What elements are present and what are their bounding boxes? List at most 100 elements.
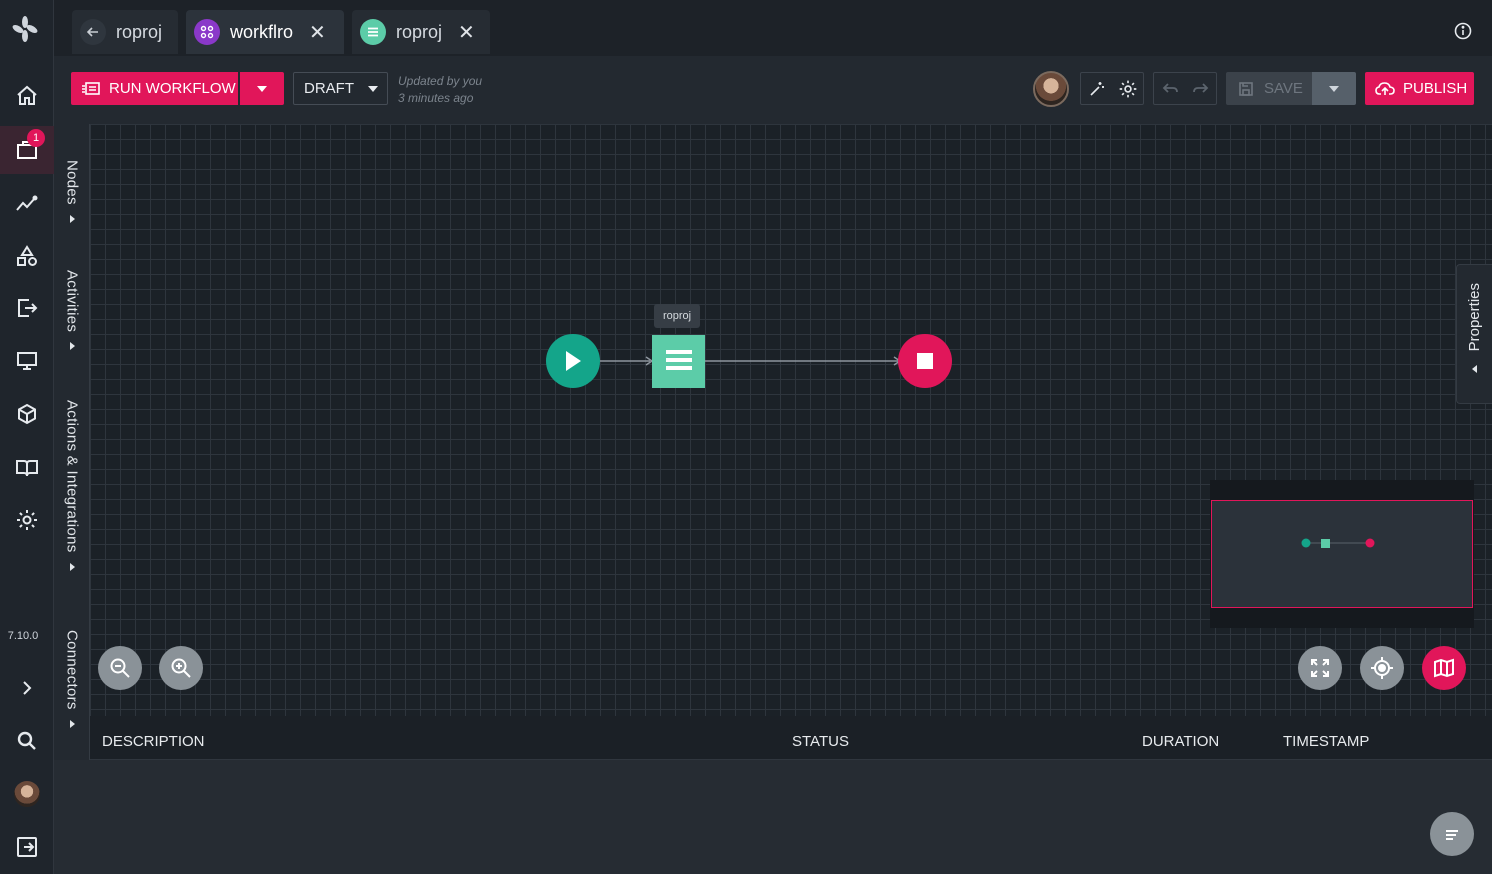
minimap-viewport[interactable] <box>1211 500 1473 608</box>
node-palette: Nodes Activities Actions & Integrations … <box>54 124 90 760</box>
updated-info: Updated by you 3 minutes ago <box>398 73 482 107</box>
workflow-icon <box>194 19 220 45</box>
palette-tab-label: Activities <box>63 270 81 333</box>
start-node[interactable] <box>546 334 600 388</box>
expand-icon <box>1311 659 1329 677</box>
center-view-button[interactable] <box>1360 646 1404 690</box>
log-table-header: DESCRIPTION STATUS DURATION TIMESTAMP <box>90 716 1492 760</box>
palette-tab-connectors[interactable]: Connectors <box>54 630 90 728</box>
workflow-toolbar: RUN WORKFLOW DRAFT Updated by you 3 minu… <box>54 56 1492 124</box>
stop-icon <box>917 353 933 369</box>
caret-down-icon <box>257 85 267 92</box>
save-icon <box>1239 81 1253 96</box>
save-button[interactable]: SAVE <box>1226 72 1312 105</box>
zoom-in-button[interactable] <box>159 646 203 690</box>
zoom-out-icon <box>110 658 130 678</box>
run-options-dropdown[interactable] <box>240 72 284 105</box>
tab-label: workflro <box>230 21 294 42</box>
export-icon <box>18 299 38 317</box>
run-workflow-button[interactable]: RUN WORKFLOW <box>71 72 238 105</box>
minimap-graph <box>1301 538 1375 548</box>
minimap-end-node <box>1365 538 1375 548</box>
palette-tab-activities[interactable]: Activities <box>54 270 90 351</box>
status-label: DRAFT <box>304 80 354 97</box>
save-label: SAVE <box>1264 80 1303 97</box>
nav-shapes[interactable] <box>0 232 54 280</box>
user-avatar <box>14 781 40 807</box>
history-group <box>1153 72 1217 105</box>
status-dropdown[interactable]: DRAFT <box>293 72 388 105</box>
book-icon <box>16 460 38 477</box>
nav-docs[interactable] <box>0 444 54 492</box>
caret-right-icon <box>69 562 75 571</box>
chat-button[interactable] <box>1430 812 1474 856</box>
publish-label: PUBLISH <box>1403 80 1468 97</box>
list-icon <box>360 19 386 45</box>
save-options-dropdown[interactable] <box>1312 72 1356 105</box>
tab-back-roproj[interactable]: roproj <box>72 10 178 54</box>
updated-time: 3 minutes ago <box>398 91 474 105</box>
workflow-canvas[interactable]: roproj Properties <box>90 124 1492 716</box>
palette-tab-nodes[interactable]: Nodes <box>54 160 90 223</box>
zoom-out-button[interactable] <box>98 646 142 690</box>
gear-icon[interactable] <box>1118 79 1138 99</box>
column-duration[interactable]: DURATION <box>1142 733 1219 750</box>
logo-icon[interactable] <box>10 14 40 44</box>
shapes-icon <box>17 245 37 266</box>
app-version: 7.10.0 <box>7 630 39 642</box>
minimap-start-node <box>1301 538 1311 548</box>
nav-packages[interactable] <box>0 390 54 438</box>
left-navigation: 1 7.10.0 <box>0 0 54 874</box>
nav-export[interactable] <box>0 284 54 332</box>
tools-group <box>1080 72 1144 105</box>
palette-tab-actions-integrations[interactable]: Actions & Integrations <box>54 400 90 571</box>
end-node[interactable] <box>898 334 952 388</box>
home-icon <box>17 85 37 105</box>
app-root: 1 7.10.0 roproj workflro ✕ roproj ✕ RUN … <box>0 0 1492 874</box>
properties-panel-tab[interactable]: Properties <box>1456 264 1492 404</box>
fit-to-screen-button[interactable] <box>1298 646 1342 690</box>
tab-roproj[interactable]: roproj ✕ <box>352 10 490 54</box>
map-icon <box>1434 658 1454 678</box>
properties-label: Properties <box>1466 283 1483 352</box>
close-icon[interactable]: ✕ <box>458 20 475 45</box>
close-icon[interactable]: ✕ <box>309 20 326 45</box>
run-workflow-label: RUN WORKFLOW <box>109 80 236 97</box>
column-status[interactable]: STATUS <box>792 733 849 750</box>
palette-tab-label: Nodes <box>63 160 81 205</box>
caret-left-icon <box>1472 365 1477 374</box>
column-timestamp[interactable]: TIMESTAMP <box>1283 733 1369 750</box>
minimap[interactable] <box>1210 480 1474 628</box>
redo-icon[interactable] <box>1191 79 1211 99</box>
nav-search[interactable] <box>0 717 54 765</box>
tab-workflow[interactable]: workflro ✕ <box>186 10 344 54</box>
search-icon <box>17 731 36 750</box>
nav-settings[interactable] <box>0 496 54 544</box>
toggle-minimap-button[interactable] <box>1422 646 1466 690</box>
magic-wand-icon[interactable] <box>1087 79 1107 99</box>
nav-user[interactable] <box>0 770 54 818</box>
nav-expand[interactable] <box>0 664 54 712</box>
nav-logout[interactable] <box>0 823 54 871</box>
nav-projects[interactable]: 1 <box>0 126 54 174</box>
workflow-node-roproj[interactable] <box>652 335 705 388</box>
nav-monitor[interactable] <box>0 337 54 385</box>
caret-down-icon <box>1329 85 1339 92</box>
tab-bar: roproj workflro ✕ roproj ✕ <box>54 0 1492 56</box>
undo-icon[interactable] <box>1160 79 1180 99</box>
column-description[interactable]: DESCRIPTION <box>102 733 205 750</box>
user-avatar[interactable] <box>1033 71 1069 107</box>
info-icon[interactable] <box>1454 22 1472 40</box>
run-icon <box>82 81 100 95</box>
caret-right-icon <box>69 342 75 351</box>
chevron-right-icon <box>23 681 32 695</box>
log-table-body <box>54 760 1492 874</box>
caret-right-icon <box>69 214 75 223</box>
nav-home[interactable] <box>0 72 54 120</box>
tab-label: roproj <box>396 21 443 42</box>
nav-analytics[interactable] <box>0 180 54 228</box>
palette-tab-label: Connectors <box>63 630 81 710</box>
arrow-left-icon[interactable] <box>80 19 106 45</box>
cube-icon <box>18 403 36 425</box>
publish-button[interactable]: PUBLISH <box>1365 72 1474 105</box>
